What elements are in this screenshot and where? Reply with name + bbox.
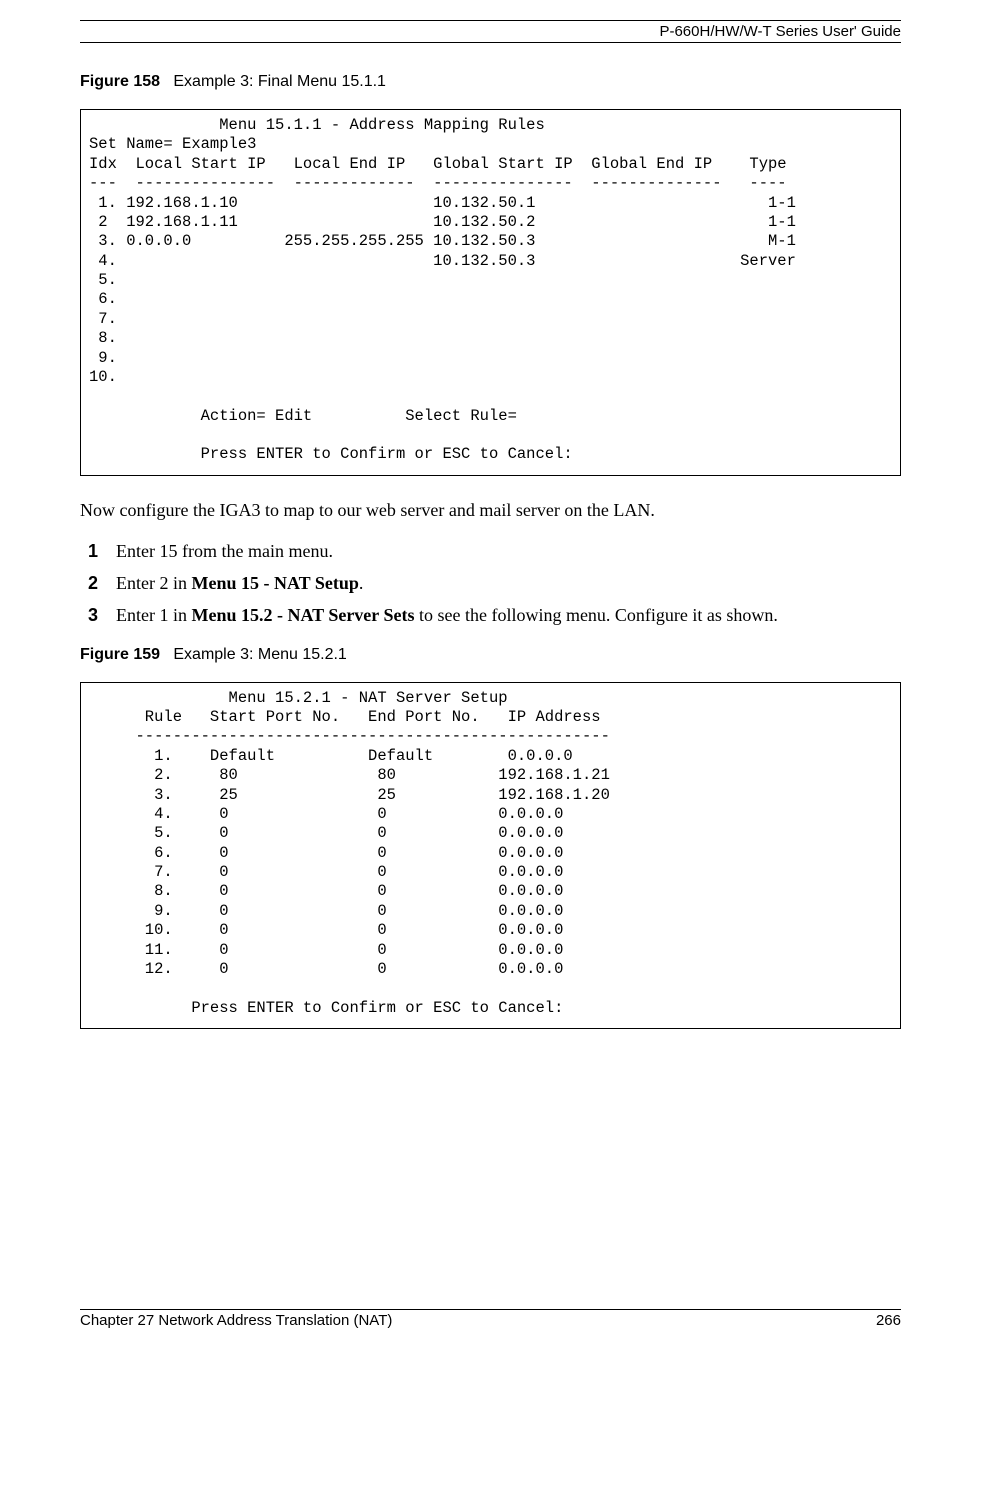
step-2-post: . [359, 573, 364, 593]
footer-chapter: Chapter 27 Network Address Translation (… [80, 1312, 392, 1329]
figure-159-caption-text: Example 3: Menu 15.2.1 [173, 646, 346, 663]
step-2: 2 Enter 2 in Menu 15 - NAT Setup. [108, 571, 901, 595]
step-2-pre: Enter 2 in [116, 573, 191, 593]
figure-158-caption: Figure 158 Example 3: Final Menu 15.1.1 [80, 73, 901, 91]
step-3-bold: Menu 15.2 - NAT Server Sets [191, 605, 414, 625]
step-2-number: 2 [88, 571, 98, 595]
step-1-text: Enter 15 from the main menu. [116, 541, 333, 561]
step-1: 1 Enter 15 from the main menu. [108, 539, 901, 563]
terminal-menu-15-2-1: Menu 15.2.1 - NAT Server Setup Rule Star… [80, 682, 901, 1029]
step-3-post: to see the following menu. Configure it … [414, 605, 777, 625]
terminal-menu-15-1-1: Menu 15.1.1 - Address Mapping Rules Set … [80, 109, 901, 476]
step-1-number: 1 [88, 539, 98, 563]
header-guide-title: P-660H/HW/W-T Series User' Guide [80, 23, 901, 43]
figure-158-label: Figure 158 [80, 73, 160, 90]
step-3-pre: Enter 1 in [116, 605, 191, 625]
figure-159-label: Figure 159 [80, 646, 160, 663]
step-2-bold: Menu 15 - NAT Setup [191, 573, 358, 593]
body-paragraph: Now configure the IGA3 to map to our web… [80, 500, 901, 521]
step-3-number: 3 [88, 603, 98, 627]
step-3: 3 Enter 1 in Menu 15.2 - NAT Server Sets… [108, 603, 901, 627]
footer-page-number: 266 [876, 1312, 901, 1329]
figure-158-caption-text: Example 3: Final Menu 15.1.1 [173, 73, 386, 90]
steps-list: 1 Enter 15 from the main menu. 2 Enter 2… [80, 539, 901, 628]
figure-159-caption: Figure 159 Example 3: Menu 15.2.1 [80, 646, 901, 664]
